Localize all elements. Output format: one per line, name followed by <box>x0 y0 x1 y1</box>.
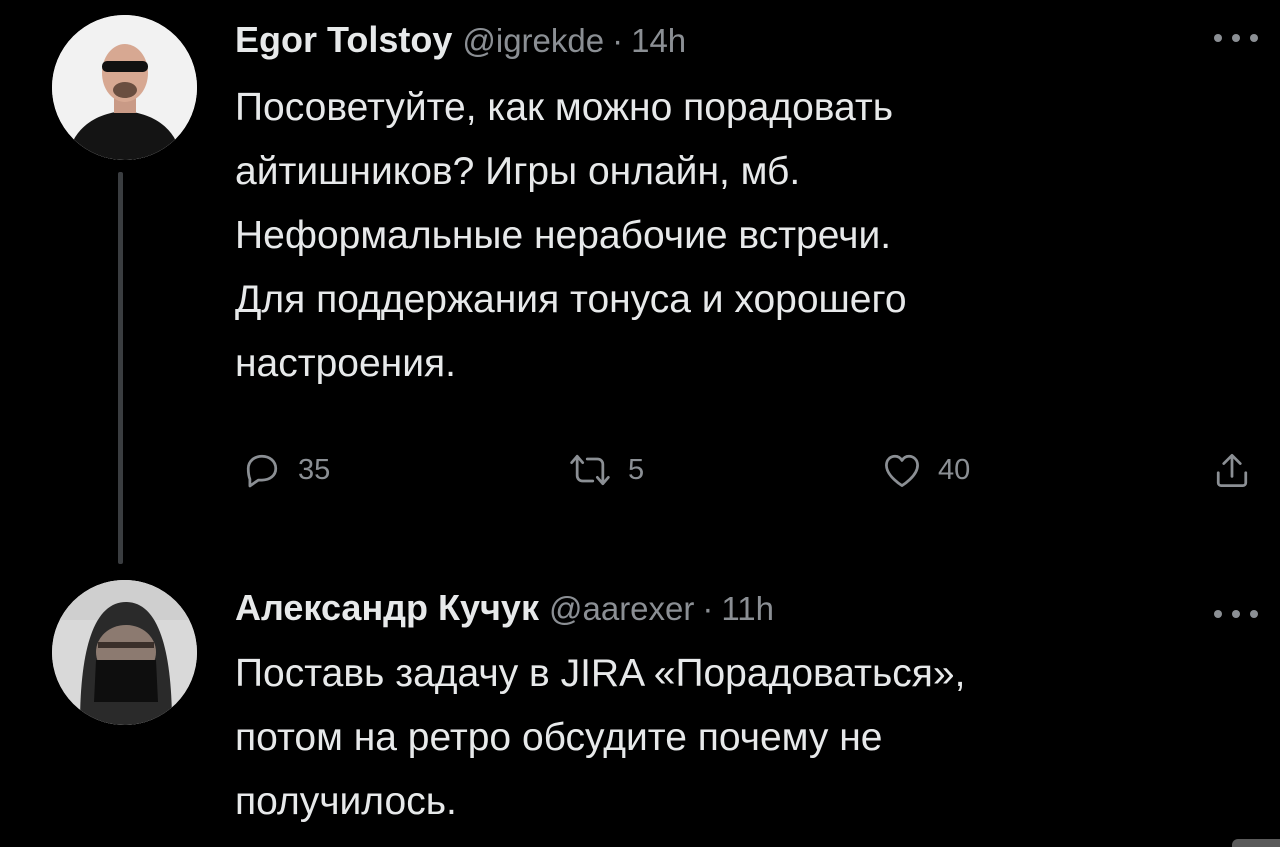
avatar-image <box>52 15 197 160</box>
reply-icon <box>246 454 278 488</box>
tweet-text-line: потом на ретро обсудите почему не <box>235 716 883 759</box>
avatar[interactable] <box>52 15 197 160</box>
tweet-text: Поставь задачу в JIRA «Порадоваться», по… <box>235 642 1280 834</box>
avatar[interactable] <box>52 580 197 725</box>
more-icon <box>1232 34 1240 42</box>
meta-separator: · <box>702 590 714 627</box>
tweet[interactable]: Egor Tolstoy @igrekde · 14h Посоветуйте, к… <box>235 18 1280 396</box>
tweet-text-line: айтишников? Игры онлайн, мб. <box>235 150 801 193</box>
avatar-image <box>52 580 197 725</box>
more-icon <box>1250 610 1258 618</box>
more-icon <box>1214 34 1222 42</box>
thread-connector-line <box>118 172 123 564</box>
like-button[interactable]: 40 <box>880 445 970 495</box>
retweet-count: 5 <box>628 453 645 486</box>
like-count: 40 <box>938 453 971 486</box>
author-handle[interactable]: @igrekde <box>462 22 604 59</box>
reply-count: 35 <box>298 453 331 486</box>
more-options-button[interactable] <box>1214 28 1258 48</box>
tweet-text-line: Поставь задачу в JIRA «Порадоваться», <box>235 652 966 695</box>
retweet-icon <box>570 454 610 486</box>
author-name[interactable]: Александр Кучук <box>235 587 539 628</box>
tweet-text-line: Неформальные нерабочие встречи. <box>235 214 892 257</box>
tweet-text-line: Посоветуйте, как можно порадовать <box>235 86 894 129</box>
author-name[interactable]: Egor Tolstoy <box>235 19 452 60</box>
tweet-timestamp[interactable]: 14h <box>631 22 686 59</box>
share-icon <box>1216 453 1248 487</box>
tweet-text-line: Для поддержания тонуса и хорошего <box>235 278 907 321</box>
retweet-button[interactable]: 5 <box>566 445 644 495</box>
tweet[interactable]: Александр Кучук @aarexer · 11h Поставь зад… <box>235 586 1280 834</box>
author-handle[interactable]: @aarexer <box>549 590 694 627</box>
tweet-text: Посоветуйте, как можно порадовать айтишн… <box>235 76 1280 396</box>
share-button[interactable] <box>1210 445 1254 495</box>
reply-button[interactable]: 35 <box>240 445 330 495</box>
meta-separator: · <box>612 22 624 59</box>
tweet-header: Александр Кучук @aarexer · 11h <box>235 586 1280 630</box>
heart-icon <box>885 454 919 487</box>
more-icon <box>1232 610 1240 618</box>
tweet-actions: 35 5 40 <box>230 445 1270 495</box>
more-icon <box>1250 34 1258 42</box>
tweet-text-line: получилось. <box>235 780 457 823</box>
tweet-header: Egor Tolstoy @igrekde · 14h <box>235 18 1280 62</box>
tweet-text-line: настроения. <box>235 342 456 385</box>
tweet-timestamp[interactable]: 11h <box>721 590 774 627</box>
more-options-button[interactable] <box>1214 604 1258 624</box>
more-icon <box>1214 610 1222 618</box>
scroll-edge-marker <box>1232 839 1280 847</box>
